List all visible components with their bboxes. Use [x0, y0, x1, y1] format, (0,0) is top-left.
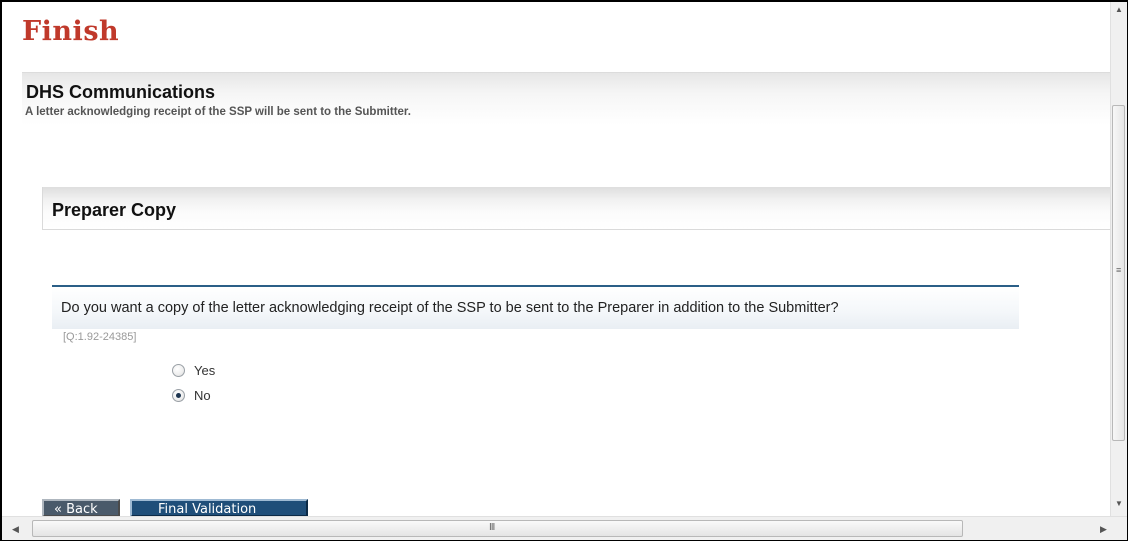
- horizontal-scroll-thumb[interactable]: III: [32, 520, 963, 537]
- option-no[interactable]: No: [172, 388, 211, 403]
- option-no-label: No: [194, 388, 211, 403]
- option-yes[interactable]: Yes: [172, 363, 215, 378]
- radio-yes[interactable]: [172, 364, 185, 377]
- vertical-scrollbar[interactable]: ▲ ≡ ▼: [1110, 2, 1127, 516]
- question-bar: Do you want a copy of the letter acknowl…: [52, 285, 1019, 329]
- page-viewport: Finish DHS Communications A letter ackno…: [2, 2, 1114, 516]
- horizontal-grip-icon: III: [489, 522, 495, 533]
- scroll-down-icon[interactable]: ▼: [1115, 499, 1123, 508]
- option-yes-label: Yes: [194, 363, 216, 378]
- browser-frame: Finish DHS Communications A letter ackno…: [0, 0, 1128, 541]
- dhs-communications-section: DHS Communications A letter acknowledgin…: [22, 72, 1114, 125]
- preparer-copy-heading: Preparer Copy: [52, 200, 177, 220]
- back-button[interactable]: « Back: [42, 499, 120, 516]
- preparer-copy-section: Preparer Copy: [42, 187, 1114, 230]
- vertical-grip-icon: ≡: [1116, 265, 1122, 275]
- page-title: Finish: [22, 16, 120, 47]
- dhs-communications-text: A letter acknowledging receipt of the SS…: [25, 106, 411, 118]
- dhs-communications-heading: DHS Communications: [26, 82, 216, 102]
- vertical-scroll-thumb[interactable]: ≡: [1112, 105, 1125, 441]
- scroll-left-icon[interactable]: ◀: [12, 524, 19, 535]
- radio-no[interactable]: [172, 389, 185, 402]
- scroll-right-icon[interactable]: ▶: [1100, 524, 1107, 535]
- question-id: [Q:1.92-24385]: [63, 331, 137, 343]
- question-text: Do you want a copy of the letter acknowl…: [61, 300, 839, 316]
- scroll-up-icon[interactable]: ▲: [1115, 5, 1123, 14]
- horizontal-scrollbar[interactable]: ◀ III ▶: [2, 516, 1127, 540]
- final-validation-button[interactable]: Final Validation: [130, 499, 308, 516]
